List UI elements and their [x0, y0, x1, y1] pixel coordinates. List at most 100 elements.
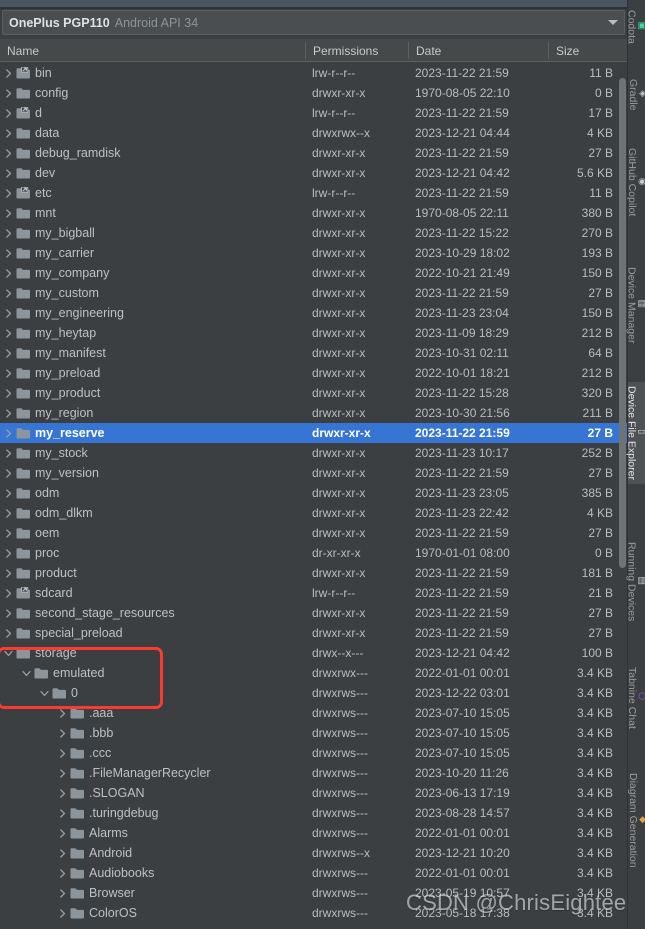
chevron-right-icon[interactable] [56, 883, 69, 903]
file-row[interactable]: .SLOGAN drwxrws--- 2023-06-13 17:19 3.4 KB [0, 783, 627, 803]
chevron-right-icon[interactable] [2, 143, 15, 163]
file-row[interactable]: .FileManagerRecycler drwxrws--- 2023-10-20… [0, 763, 627, 783]
file-row[interactable]: etc lrw-r--r-- 2023-11-22 21:59 11 B [0, 183, 627, 203]
file-row[interactable]: product drwxr-xr-x 2023-11-22 21:59 181 B [0, 563, 627, 583]
file-row[interactable]: oem drwxr-xr-x 2023-11-22 21:59 27 B [0, 523, 627, 543]
file-row[interactable]: my_heytap drwxr-xr-x 2023-11-09 18:29 212 B [0, 323, 627, 343]
tool-window-tab-device-manager[interactable]: ▤ Device Manager [625, 263, 645, 347]
chevron-down-icon[interactable] [608, 20, 618, 25]
chevron-right-icon[interactable] [2, 283, 15, 303]
chevron-right-icon[interactable] [2, 63, 15, 83]
chevron-right-icon[interactable] [56, 743, 69, 763]
chevron-right-icon[interactable] [56, 783, 69, 803]
chevron-right-icon[interactable] [2, 623, 15, 643]
file-row[interactable]: my_reserve drwxr-xr-x 2023-11-22 21:59 27 B [0, 423, 627, 443]
file-row[interactable]: debug_ramdisk drwxr-xr-x 2023-11-22 21:59 2… [0, 143, 627, 163]
chevron-down-icon[interactable] [20, 663, 33, 683]
chevron-right-icon[interactable] [2, 243, 15, 263]
file-row[interactable]: emulated drwxrwx--- 2022-01-01 00:01 3.4 KB [0, 663, 627, 683]
tool-window-tab-diagram-generation[interactable]: ◆ Diagram Generation [627, 769, 645, 872]
chevron-right-icon[interactable] [2, 603, 15, 623]
chevron-right-icon[interactable] [56, 763, 69, 783]
chevron-down-icon[interactable] [2, 643, 15, 663]
column-header-date[interactable]: Date [409, 39, 548, 62]
chevron-right-icon[interactable] [2, 103, 15, 123]
tool-window-tab-device-file-explorer[interactable]: ▭ Device File Explorer [625, 382, 645, 484]
file-row[interactable]: my_product drwxr-xr-x 2023-11-22 15:28 320 … [0, 383, 627, 403]
chevron-right-icon[interactable] [56, 843, 69, 863]
file-row[interactable]: d lrw-r--r-- 2023-11-22 21:59 17 B [0, 103, 627, 123]
file-row[interactable]: my_company drwxr-xr-x 2022-10-21 21:49 150 … [0, 263, 627, 283]
chevron-right-icon[interactable] [2, 483, 15, 503]
file-tree[interactable]: bin lrw-r--r-- 2023-11-22 21:59 11 Bconfig d… [0, 63, 627, 929]
file-row[interactable]: .aaa drwxrws--- 2023-07-10 15:05 3.4 KB [0, 703, 627, 723]
chevron-right-icon[interactable] [2, 523, 15, 543]
column-header-name[interactable]: Name [0, 39, 305, 62]
file-row[interactable]: second_stage_resources drwxr-xr-x 2023-11-… [0, 603, 627, 623]
chevron-down-icon[interactable] [38, 683, 51, 703]
chevron-right-icon[interactable] [2, 83, 15, 103]
file-row[interactable]: my_region drwxr-xr-x 2023-10-30 21:56 211 B [0, 403, 627, 423]
chevron-right-icon[interactable] [56, 823, 69, 843]
file-row[interactable]: my_carrier drwxr-xr-x 2023-10-29 18:02 193 … [0, 243, 627, 263]
device-selector-dropdown[interactable]: OnePlus PGP110 Android API 34 [2, 10, 625, 35]
file-row[interactable]: .turingdebug drwxrws--- 2023-08-28 14:57 3.… [0, 803, 627, 823]
file-row[interactable]: Alarms drwxrws--- 2022-01-01 00:01 3.4 KB [0, 823, 627, 843]
chevron-right-icon[interactable] [56, 703, 69, 723]
file-row[interactable]: ColorOS drwxrws--- 2023-05-18 17:38 3.4 KB [0, 903, 627, 923]
tool-window-tab-running-devices[interactable]: ▥ Running Devices [625, 538, 645, 625]
file-row[interactable]: storage drwx--x--- 2023-12-21 04:42 100 B [0, 643, 627, 663]
file-row[interactable]: odm_dlkm drwxr-xr-x 2023-11-23 22:42 4 KB [0, 503, 627, 523]
chevron-right-icon[interactable] [2, 203, 15, 223]
file-row[interactable]: dev drwxr-xr-x 2023-12-21 04:42 5.6 KB [0, 163, 627, 183]
file-row[interactable]: proc dr-xr-xr-x 1970-01-01 08:00 0 B [0, 543, 627, 563]
file-row[interactable]: 0 drwxrws--- 2023-12-22 03:01 3.4 KB [0, 683, 627, 703]
tool-window-tab-tabnine-chat[interactable]: ⬡ Tabnine Chat [626, 663, 645, 733]
file-row[interactable]: my_stock drwxr-xr-x 2023-11-23 10:17 252 B [0, 443, 627, 463]
tool-window-tab-github-copilot[interactable]: ◉ GitHub Copilot [626, 144, 645, 220]
chevron-right-icon[interactable] [56, 723, 69, 743]
chevron-right-icon[interactable] [2, 303, 15, 323]
file-row[interactable]: my_bigball drwxr-xr-x 2023-11-22 15:22 270 … [0, 223, 627, 243]
file-row[interactable]: .bbb drwxrws--- 2023-07-10 15:05 3.4 KB [0, 723, 627, 743]
file-row[interactable]: config drwxr-xr-x 1970-08-05 22:10 0 B [0, 83, 627, 103]
file-row[interactable]: Audiobooks drwxrws--- 2022-01-01 00:01 3.4 … [0, 863, 627, 883]
chevron-right-icon[interactable] [2, 363, 15, 383]
file-row[interactable]: Browser drwxrws--- 2023-05-19 10:57 3.4 KB [0, 883, 627, 903]
file-row[interactable]: bin lrw-r--r-- 2023-11-22 21:59 11 B [0, 63, 627, 83]
file-row[interactable]: data drwxrwx--x 2023-12-21 04:44 4 KB [0, 123, 627, 143]
chevron-right-icon[interactable] [2, 563, 15, 583]
chevron-right-icon[interactable] [2, 543, 15, 563]
chevron-right-icon[interactable] [2, 223, 15, 243]
file-row[interactable]: my_manifest drwxr-xr-x 2023-10-31 02:11 64 … [0, 343, 627, 363]
file-row[interactable]: my_engineering drwxr-xr-x 2023-11-23 23:04… [0, 303, 627, 323]
file-row[interactable]: my_preload drwxr-xr-x 2022-10-01 18:21 212 … [0, 363, 627, 383]
file-row[interactable]: special_preload drwxr-xr-x 2023-11-22 21:5… [0, 623, 627, 643]
chevron-right-icon[interactable] [2, 583, 15, 603]
column-header-size[interactable]: Size [549, 39, 627, 62]
file-row[interactable]: Android drwxrws--x 2023-12-21 10:20 3.4 KB [0, 843, 627, 863]
chevron-right-icon[interactable] [56, 863, 69, 883]
column-header-permissions[interactable]: Permissions [306, 39, 408, 62]
file-row[interactable]: my_version drwxr-xr-x 2023-11-22 21:59 27 B [0, 463, 627, 483]
chevron-right-icon[interactable] [2, 183, 15, 203]
chevron-right-icon[interactable] [2, 163, 15, 183]
chevron-right-icon[interactable] [2, 263, 15, 283]
chevron-right-icon[interactable] [2, 463, 15, 483]
file-row[interactable]: .ccc drwxrws--- 2023-07-10 15:05 3.4 KB [0, 743, 627, 763]
tool-window-tab-gradle[interactable]: ◈ Gradle [627, 75, 645, 115]
file-row[interactable]: odm drwxr-xr-x 2023-11-23 23:05 385 B [0, 483, 627, 503]
chevron-right-icon[interactable] [2, 123, 15, 143]
file-row[interactable]: my_custom drwxr-xr-x 2023-11-22 21:59 27 B [0, 283, 627, 303]
tool-window-tab-codota[interactable]: ▣ Codota [625, 6, 645, 48]
chevron-right-icon[interactable] [2, 343, 15, 363]
file-row[interactable]: sdcard lrw-r--r-- 2023-11-22 21:59 21 B [0, 583, 627, 603]
chevron-right-icon[interactable] [2, 443, 15, 463]
chevron-right-icon[interactable] [56, 803, 69, 823]
chevron-right-icon[interactable] [2, 503, 15, 523]
chevron-right-icon[interactable] [2, 403, 15, 423]
file-row[interactable]: mnt drwxr-xr-x 1970-08-05 22:11 380 B [0, 203, 627, 223]
chevron-right-icon[interactable] [2, 383, 15, 403]
chevron-right-icon[interactable] [56, 903, 69, 923]
chevron-right-icon[interactable] [2, 323, 15, 343]
